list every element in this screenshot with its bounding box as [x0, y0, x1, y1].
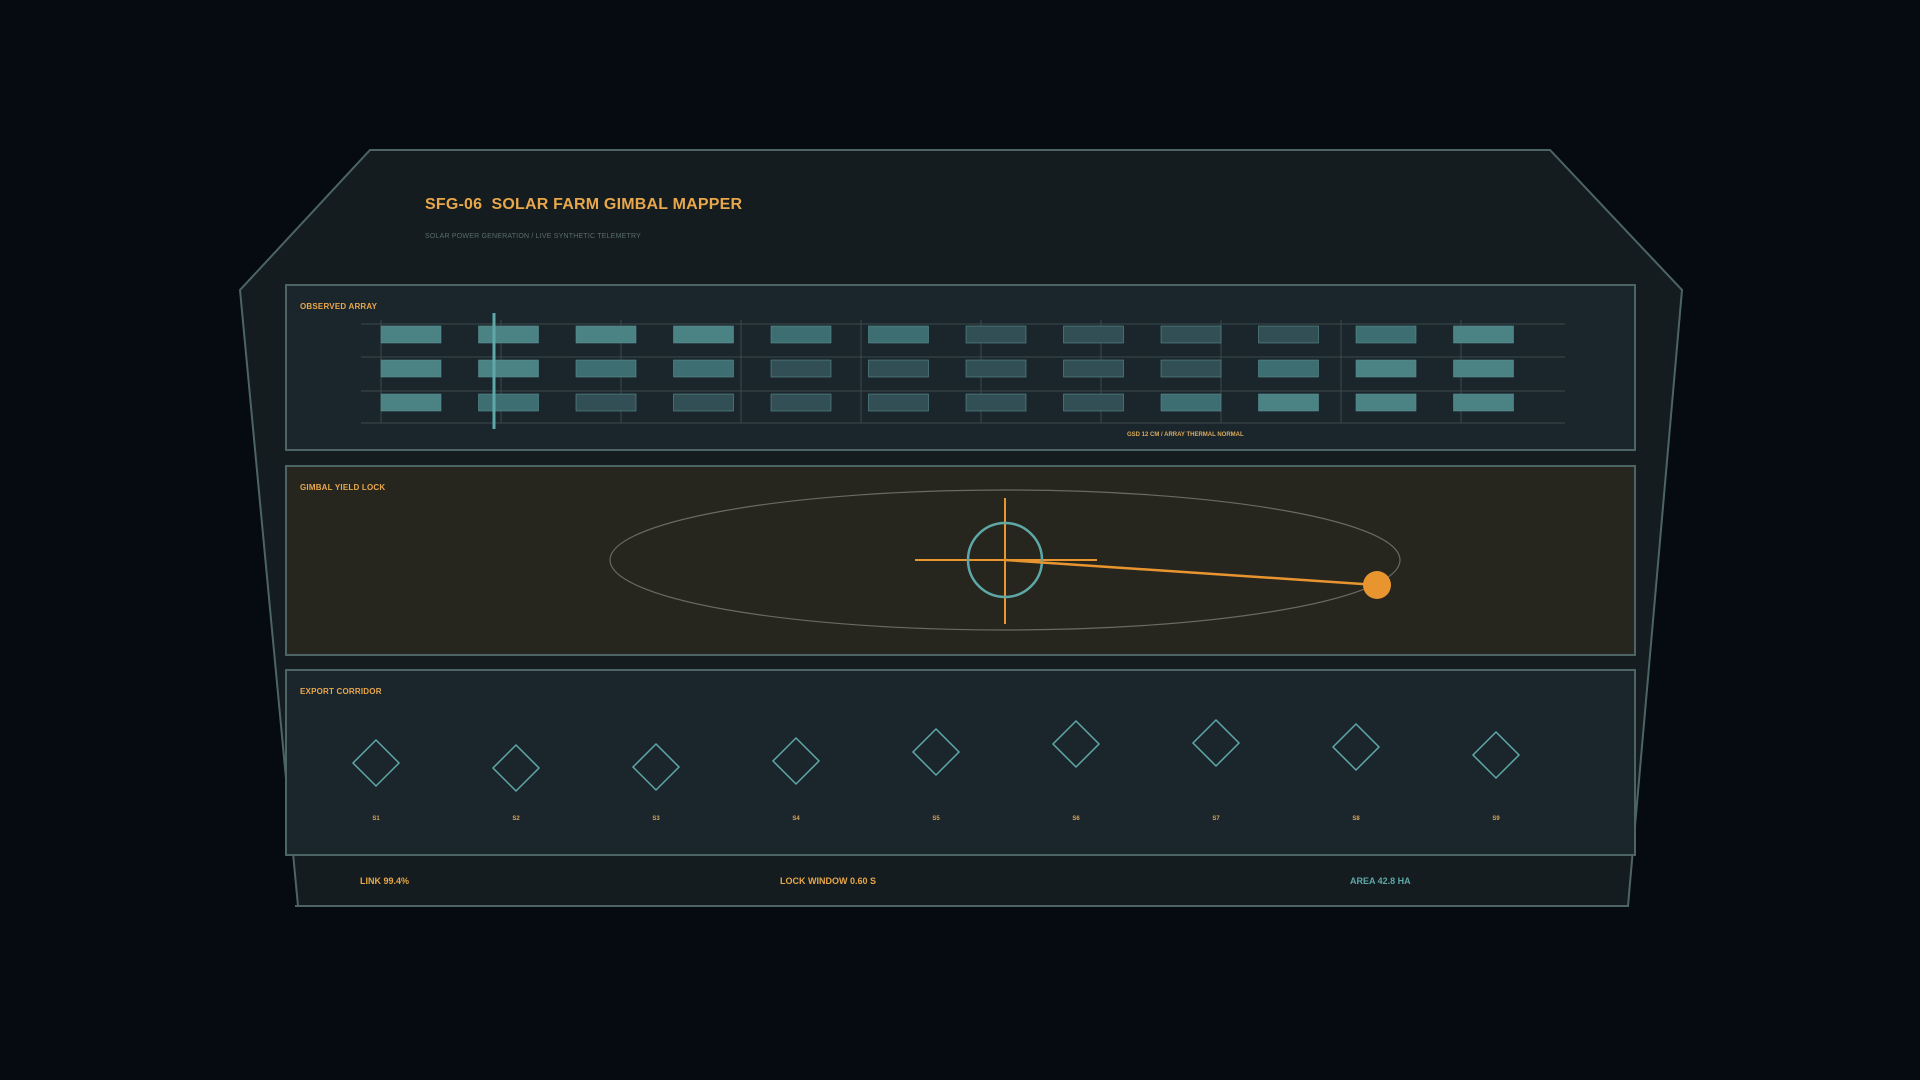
- solar-panel-cell: [1453, 393, 1514, 412]
- station-label: S6: [1072, 816, 1080, 822]
- station-diamond-icon: [1471, 730, 1521, 780]
- solar-panel-cell: [1160, 393, 1222, 412]
- lock-window-readout: LOCK WINDOW 0.60 S: [780, 876, 877, 886]
- solar-panel-cell: [575, 393, 637, 412]
- solar-panel-cell: [770, 393, 832, 412]
- solar-panel-cell: [1160, 359, 1222, 378]
- station-diamond-icon: [1331, 722, 1381, 772]
- station-diamond-icon: [1191, 718, 1241, 768]
- solar-panel-cell: [770, 325, 832, 344]
- link-status: LINK 99.4%: [360, 876, 410, 886]
- corridor-stations: [351, 718, 1521, 793]
- solar-panel-cell: [965, 325, 1027, 344]
- solar-panel-cell: [1063, 393, 1124, 412]
- station-label: S1: [372, 816, 380, 822]
- station-label: S5: [932, 816, 940, 822]
- solar-panel-cell: [965, 359, 1027, 378]
- export-corridor-panel: EXPORT CORRIDOR S1 S2 S3 S4 S5 S6 S7 S8 …: [285, 669, 1636, 856]
- station-label: S7: [1212, 816, 1220, 822]
- solar-panel-cell: [1355, 393, 1417, 412]
- station-diamond-icon: [631, 742, 681, 792]
- station-diamond-icon: [771, 736, 821, 786]
- gimbal-target-marker: [1363, 571, 1391, 599]
- solar-panel-cell: [478, 393, 539, 412]
- station-diamond-icon: [351, 738, 401, 788]
- solar-panel-cell: [1355, 325, 1417, 344]
- solar-panel-cell: [478, 325, 539, 344]
- solar-panel-cell: [1258, 325, 1319, 344]
- solar-panel-cell: [673, 325, 734, 344]
- area-readout: AREA 42.8 HA: [1350, 876, 1411, 886]
- solar-panel-cell: [380, 393, 442, 412]
- solar-panel-cell: [868, 325, 929, 344]
- solar-panel-cell: [770, 359, 832, 378]
- station-label: S8: [1352, 816, 1360, 822]
- solar-panel-cell: [868, 359, 929, 378]
- page-subtitle: SOLAR POWER GENERATION / LIVE SYNTHETIC …: [425, 233, 641, 240]
- array-status-caption: GSD 12 CM / ARRAY THERMAL NORMAL: [1127, 432, 1244, 438]
- solar-panel-cell: [673, 393, 734, 412]
- solar-panel-cell: [380, 325, 442, 344]
- solar-panel-cell: [673, 359, 734, 378]
- solar-panel-cell: [1258, 393, 1319, 412]
- station-label: S2: [512, 816, 520, 822]
- solar-panel-cell: [965, 393, 1027, 412]
- solar-array-map: [361, 313, 1565, 429]
- solar-panel-cell: [380, 359, 442, 378]
- solar-panel-cell: [1063, 325, 1124, 344]
- solar-panel-cell: [1258, 359, 1319, 378]
- solar-panel-cell: [1453, 325, 1514, 344]
- yield-vector-line: [1004, 558, 1378, 587]
- gimbal-yield-lock-panel: GIMBAL YIELD LOCK: [285, 465, 1636, 656]
- station-label: S4: [792, 816, 800, 822]
- solar-panel-cell: [1453, 359, 1514, 378]
- solar-panel-cell: [1063, 359, 1124, 378]
- page-title: SFG-06 SOLAR FARM GIMBAL MAPPER: [425, 196, 743, 213]
- solar-panel-cell: [868, 393, 929, 412]
- observed-array-panel: OBSERVED ARRAY GSD 12 CM / ARRAY THERMAL…: [285, 284, 1636, 451]
- solar-panel-cell: [575, 359, 637, 378]
- station-diamond-icon: [911, 727, 961, 777]
- solar-panel-cell: [575, 325, 637, 344]
- solar-panel-cell: [478, 359, 539, 378]
- station-label: S9: [1492, 816, 1500, 822]
- station-diamond-icon: [1051, 719, 1101, 769]
- station-label: S3: [652, 816, 660, 822]
- solar-panel-cell: [1355, 359, 1417, 378]
- station-diamond-icon: [491, 743, 541, 793]
- solar-panel-cell: [1160, 325, 1222, 344]
- gimbal-scope: [609, 489, 1401, 631]
